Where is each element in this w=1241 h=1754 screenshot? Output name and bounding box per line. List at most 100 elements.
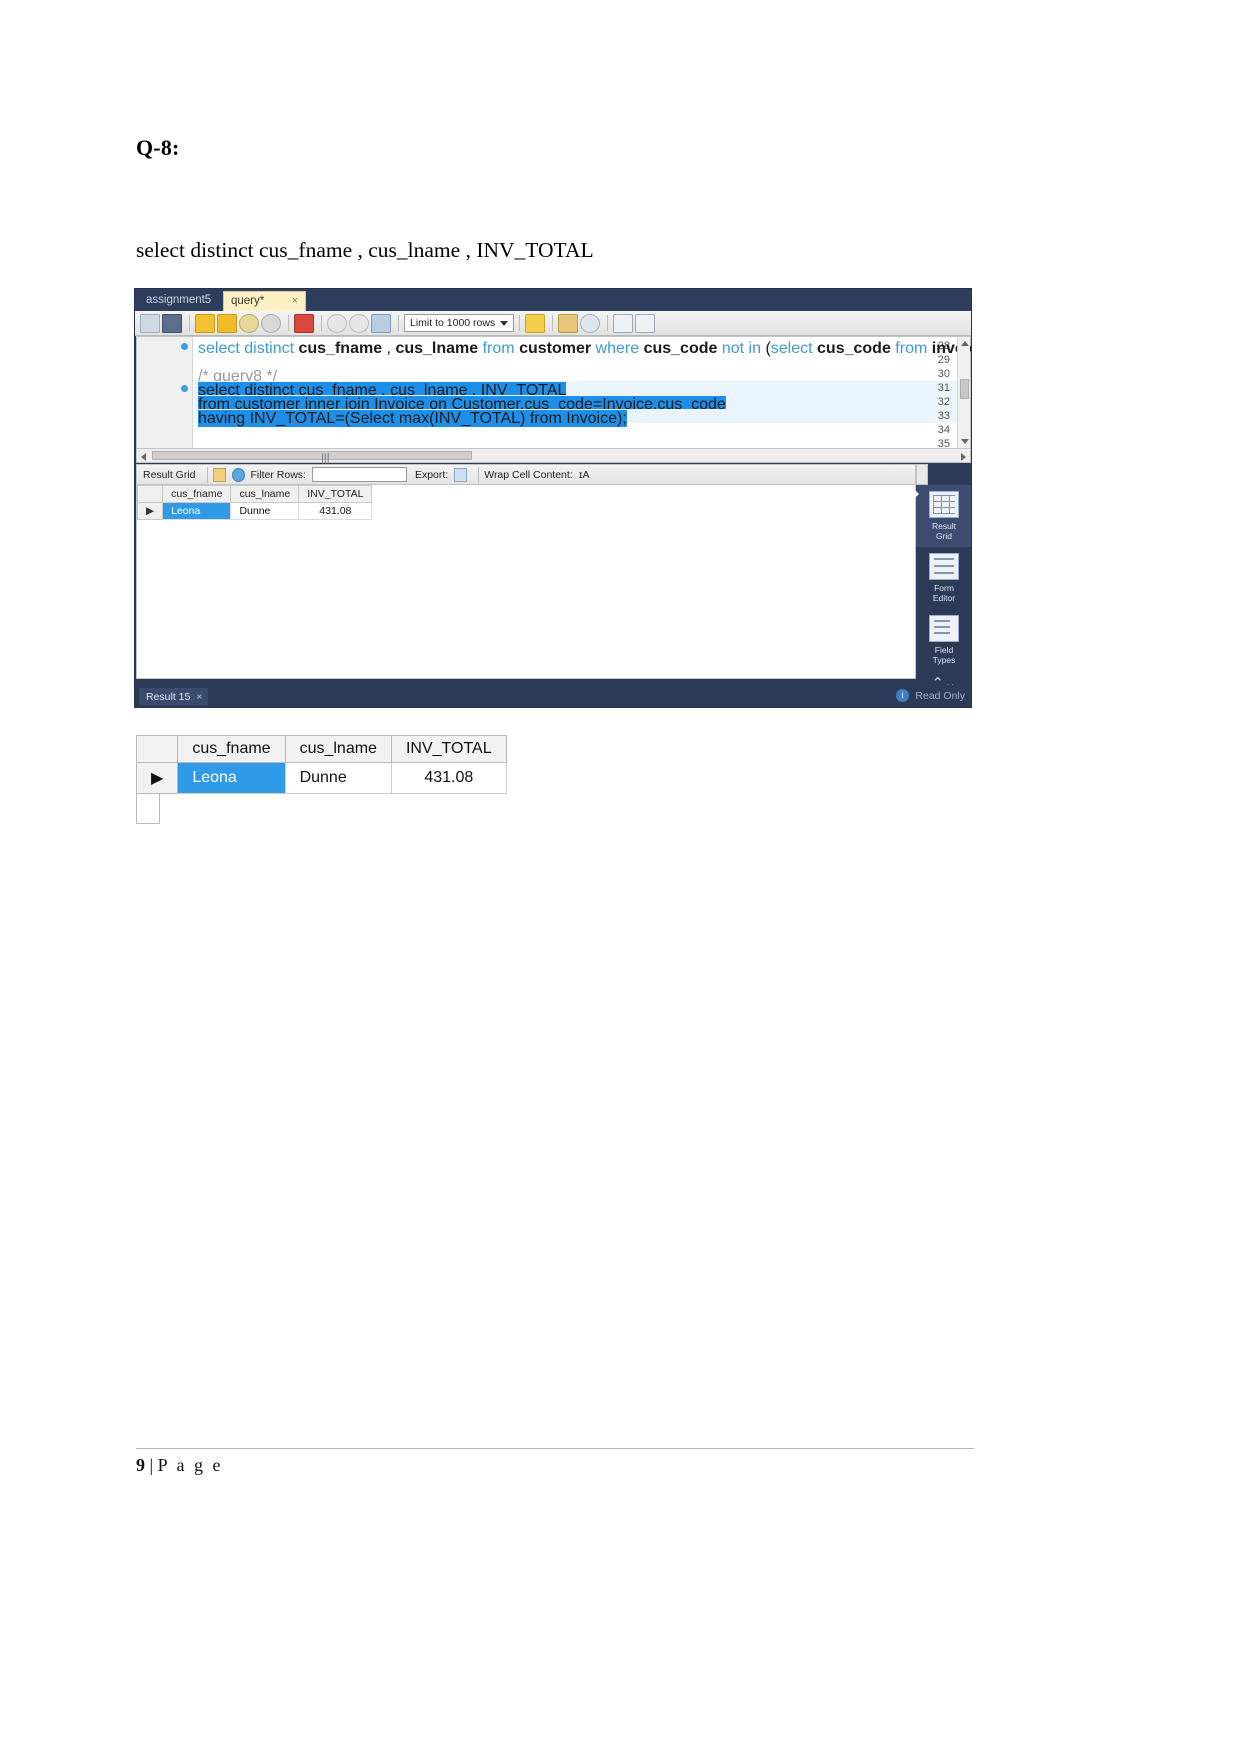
table-header-row: cus_fname cus_lname INV_TOTAL — [135, 735, 507, 763]
row-limit-label: Limit to 1000 rows — [410, 317, 496, 329]
row-limit-select[interactable]: Limit to 1000 rows — [404, 314, 514, 332]
result-set-tab[interactable]: Result 15 × — [139, 688, 209, 705]
editor-code-line[interactable]: having INV_TOTAL=(Select max(INV_TOTAL) … — [198, 410, 627, 428]
toggle-breakpoint-icon[interactable] — [294, 313, 314, 333]
filter-rows-input[interactable] — [311, 467, 407, 482]
result-table: cus_fname cus_lname INV_TOTAL ▶ Leona Dunne 43… — [136, 485, 373, 520]
toolbar-divider — [398, 315, 399, 331]
page-number: 9 — [136, 1455, 145, 1475]
open-folder-icon[interactable] — [140, 313, 160, 333]
paintbrush-icon[interactable] — [558, 313, 578, 333]
table-row[interactable]: ▶ Leona Dunne 431.08 — [135, 762, 507, 794]
save-icon[interactable] — [162, 313, 182, 333]
vscroll-thumb[interactable] — [960, 379, 969, 399]
editor-gutter — [137, 337, 193, 448]
table-cell[interactable]: 431.08 — [390, 762, 507, 794]
column-header[interactable]: INV_TOTAL — [390, 735, 507, 763]
grid-columns-icon[interactable] — [212, 467, 226, 482]
tab-query[interactable]: query* × — [223, 291, 306, 311]
scroll-down-icon[interactable] — [961, 439, 969, 444]
code-token: in — [748, 340, 761, 357]
panel-split-handle[interactable] — [916, 464, 928, 485]
sql-code-editor[interactable]: 28 select distinct cus_fname , cus_lname … — [136, 336, 971, 450]
field-types-icon — [929, 615, 959, 642]
footer: 9 | P a g e — [136, 1455, 223, 1476]
rollback-x-icon[interactable] — [349, 313, 369, 333]
footer-divider — [136, 1448, 974, 1449]
panel-collapse-icon[interactable] — [910, 485, 919, 503]
editor-code-line[interactable]: select distinct cus_fname , cus_lname fr… — [198, 340, 971, 358]
tab-assignment5[interactable]: assignment5 — [138, 291, 221, 311]
invisible-chars-icon[interactable] — [613, 313, 633, 333]
toolbar-divider — [607, 315, 608, 331]
toolbar-divider — [288, 315, 289, 331]
table-row[interactable]: ▶ Leona Dunne 431.08 — [136, 502, 373, 520]
refresh-icon[interactable] — [231, 467, 245, 482]
column-header[interactable]: cus_lname — [230, 485, 300, 503]
result-set-tab-label: Result 15 — [146, 691, 191, 703]
breakpoint-icon[interactable] — [181, 385, 188, 392]
scroll-right-icon[interactable] — [961, 453, 966, 461]
find-icon[interactable] — [580, 313, 600, 333]
table-cell[interactable]: Leona — [177, 762, 286, 794]
beautify-star-icon[interactable] — [525, 313, 545, 333]
footer-page-word: P a g e — [157, 1455, 223, 1475]
code-token: select — [770, 340, 813, 357]
sidebar-item-field[interactable]: Field Types — [916, 609, 971, 671]
scroll-up-icon[interactable] — [961, 341, 969, 346]
hscroll-thumb[interactable]: ||| — [152, 451, 472, 464]
editor-horizontal-scrollbar[interactable]: ||| — [136, 449, 971, 464]
column-header[interactable]: cus_fname — [162, 485, 232, 503]
commit-check-icon[interactable] — [327, 313, 347, 333]
sidebar-item-label: Types — [932, 655, 956, 665]
stop-clock-icon[interactable] — [261, 313, 281, 333]
sidebar-item-label: Editor — [932, 593, 956, 603]
code-token: distinct — [244, 340, 295, 357]
close-icon[interactable]: × — [292, 295, 298, 307]
execute-current-bolt-icon[interactable] — [217, 313, 237, 333]
table-cell[interactable]: Dunne — [284, 762, 392, 794]
export-icon[interactable] — [454, 467, 468, 482]
toolbar-divider — [478, 466, 480, 483]
code-token: cus_fname — [298, 340, 383, 357]
table-cell[interactable]: 431.08 — [298, 502, 373, 520]
wrap-cell-content-icon[interactable]: ɪA — [579, 469, 590, 481]
result-grid-icon — [929, 491, 959, 518]
read-only-status: Read Only — [915, 690, 965, 702]
tab-query-label: query* — [231, 295, 265, 307]
editor-line-number: 32 — [937, 396, 950, 408]
status-bar: Result 15 × i Read Only — [135, 685, 971, 707]
row-marker-icon: ▶ — [135, 762, 179, 794]
chevron-down-icon — [500, 321, 508, 326]
editor-vertical-scrollbar[interactable] — [957, 337, 970, 448]
execute-bolt-icon[interactable] — [195, 313, 215, 333]
editor-line-number: 30 — [937, 368, 950, 380]
close-icon[interactable]: × — [196, 691, 202, 703]
toolbar-divider — [189, 315, 190, 331]
code-token: select — [198, 340, 240, 357]
info-icon: i — [896, 689, 909, 702]
column-header[interactable]: cus_lname — [284, 735, 392, 763]
autocommit-icon[interactable] — [371, 313, 391, 333]
toolbar-divider — [321, 315, 322, 331]
explain-magnifier-icon[interactable] — [239, 313, 259, 333]
page-title: Q-8: — [136, 135, 180, 160]
toolbar-divider — [519, 315, 520, 331]
table-cell[interactable]: Dunne — [230, 502, 300, 520]
hscroll-grip: ||| — [321, 452, 330, 464]
scroll-left-icon[interactable] — [141, 453, 146, 461]
code-token: having INV_TOTAL=(Select max(INV_TOTAL) … — [198, 410, 627, 427]
table-corner-cell — [136, 485, 164, 503]
column-header[interactable]: cus_fname — [177, 735, 286, 763]
wrap-lines-icon[interactable] — [635, 313, 655, 333]
wrap-cell-content-label: Wrap Cell Content: — [484, 468, 573, 481]
breakpoint-icon[interactable] — [181, 343, 188, 350]
export-label: Export: — [414, 468, 449, 481]
table-cell[interactable]: Leona — [162, 502, 232, 520]
tab-strip: assignment5 query* × — [135, 289, 971, 311]
document-page: Q-8: select distinct cus_fname , cus_lna… — [0, 0, 1241, 1754]
result-view-sidebar: Result Grid Form Editor Field Types ⌃⌄ — [916, 485, 971, 691]
sidebar-item-form[interactable]: Form Editor — [916, 547, 971, 609]
sidebar-item-result[interactable]: Result Grid — [916, 485, 971, 547]
column-header[interactable]: INV_TOTAL — [298, 485, 373, 503]
